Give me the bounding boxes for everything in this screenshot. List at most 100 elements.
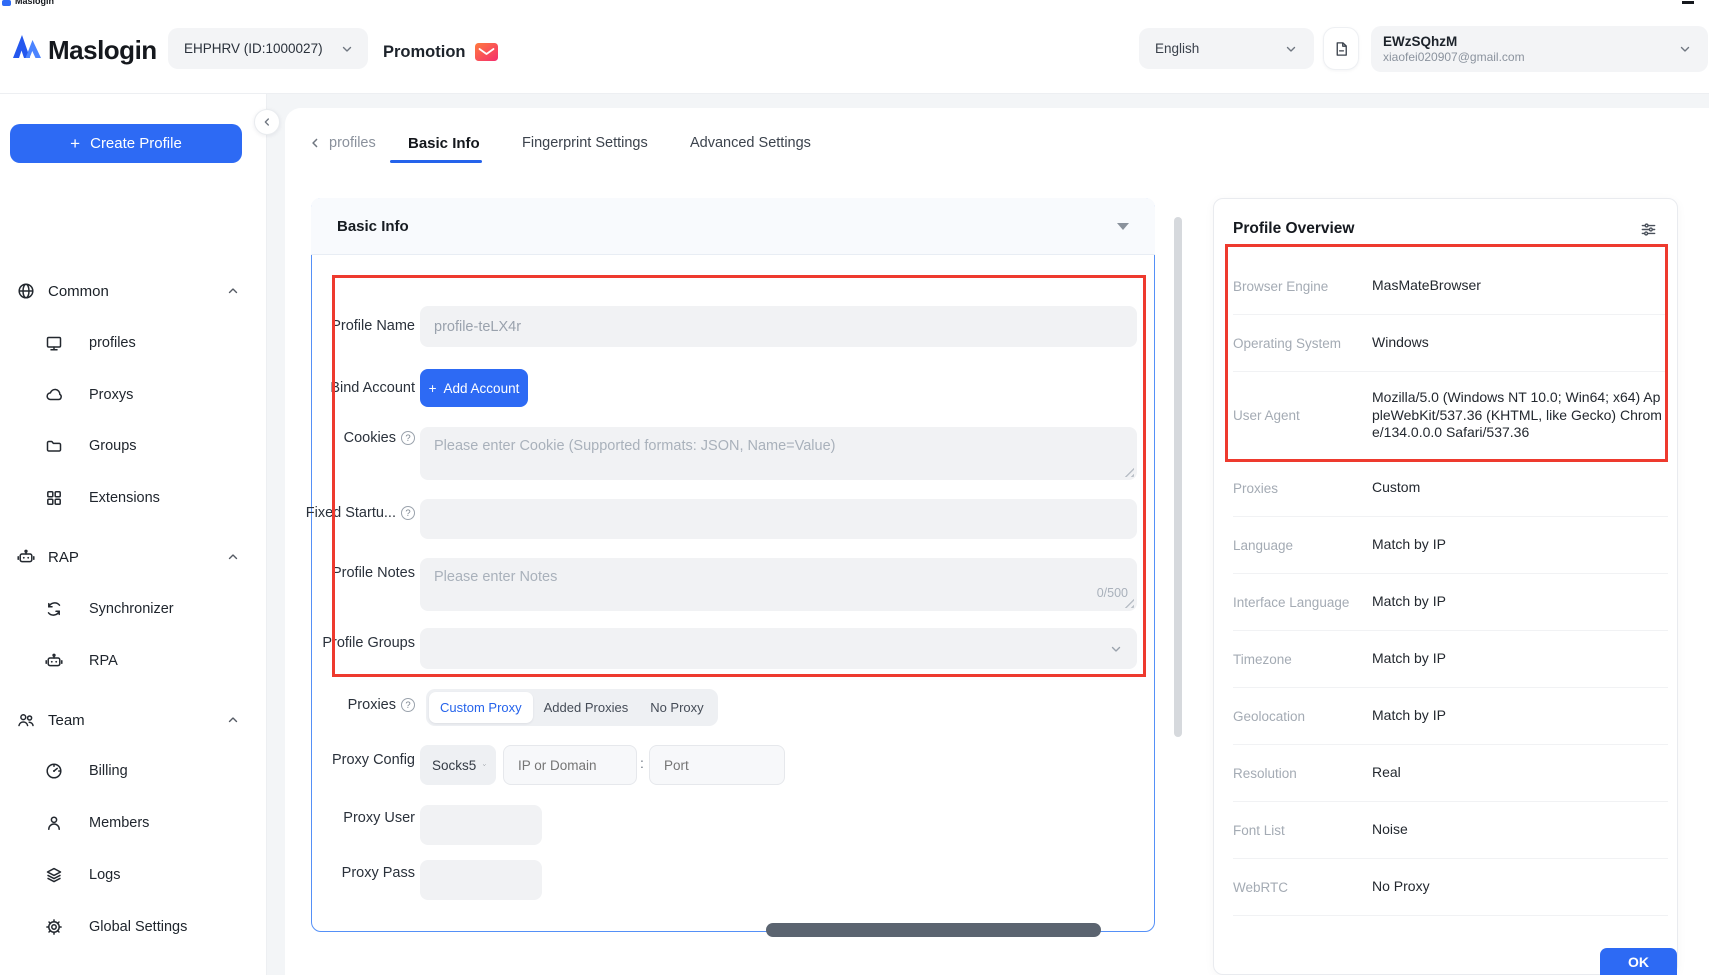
sidebar-item-groups[interactable]: Groups	[0, 431, 267, 461]
language-selector[interactable]: English	[1139, 28, 1314, 69]
chevron-down-icon	[340, 42, 354, 56]
proxies-label: Proxies?	[295, 695, 415, 715]
item-label: Members	[89, 815, 149, 831]
globe-icon	[17, 282, 35, 300]
proxy-config-label: Proxy Config	[295, 750, 415, 770]
sidebar-item-rpa[interactable]: RPA	[0, 646, 267, 676]
proxies-option-no-proxy[interactable]: No Proxy	[639, 692, 714, 723]
collapse-caret-icon	[1117, 223, 1129, 230]
overview-row-browser-engine: Browser EngineMasMateBrowser	[1233, 258, 1668, 315]
minimize-icon[interactable]	[1682, 1, 1694, 4]
item-label: profiles	[89, 335, 136, 351]
sidebar-item-synchronizer[interactable]: Synchronizer	[0, 594, 267, 624]
help-icon[interactable]: ?	[401, 431, 415, 445]
sidebar-item-members[interactable]: Members	[0, 808, 267, 838]
create-profile-button[interactable]: + Create Profile	[10, 124, 242, 163]
robot-icon	[45, 652, 63, 670]
chevron-down-icon	[1678, 42, 1692, 56]
main-scrollbar-thumb[interactable]	[1174, 217, 1182, 737]
sidebar-item-profiles[interactable]: profiles	[0, 328, 267, 358]
sidebar-section-common[interactable]: Common	[0, 276, 267, 306]
breadcrumb-back[interactable]: profiles	[308, 131, 376, 155]
chevron-left-icon	[308, 136, 322, 150]
item-label: Proxys	[89, 387, 133, 403]
help-icon[interactable]: ?	[401, 506, 415, 520]
profile-overview-rows: Browser EngineMasMateBrowser Operating S…	[1233, 246, 1668, 916]
proxy-user-label: Proxy User	[295, 808, 415, 828]
workspace-selector[interactable]: EHPHRV (ID:1000027)	[168, 28, 368, 69]
overview-row-operating-system: Operating SystemWindows	[1233, 315, 1668, 372]
tab-fingerprint-settings[interactable]: Fingerprint Settings	[522, 131, 648, 155]
basic-info-card-header[interactable]: Basic Info	[311, 198, 1155, 255]
profile-notes-label: Profile Notes	[295, 563, 415, 583]
chevron-down-icon	[1284, 42, 1298, 56]
fixed-startup-input[interactable]	[420, 499, 1137, 539]
sidebar-item-global-settings[interactable]: Global Settings	[0, 912, 267, 942]
chevron-up-icon	[226, 550, 240, 564]
sidebar-item-billing[interactable]: Billing	[0, 756, 267, 786]
user-account-menu[interactable]: EWzSQhzM xiaofei020907@gmail.com	[1371, 26, 1708, 72]
docs-button[interactable]	[1323, 27, 1359, 70]
proxy-pass-input[interactable]	[420, 860, 542, 900]
sidebar-item-extensions[interactable]: Extensions	[0, 483, 267, 513]
sidebar-item-proxys[interactable]: Proxys	[0, 380, 267, 410]
proxies-option-custom-proxy[interactable]: Custom Proxy	[429, 692, 533, 723]
proxy-user-input[interactable]	[420, 805, 542, 845]
sidebar-section-rap[interactable]: RAP	[0, 542, 267, 572]
notes-char-counter: 0/500	[1040, 586, 1128, 600]
promotion-link[interactable]: Promotion	[383, 41, 498, 63]
layers-icon	[45, 866, 63, 884]
proxy-port-input[interactable]	[649, 745, 785, 785]
envelope-icon	[475, 43, 498, 61]
profile-notes-textarea[interactable]	[420, 558, 1137, 611]
person-icon	[45, 814, 63, 832]
help-icon[interactable]: ?	[401, 698, 415, 712]
breadcrumb-label: profiles	[329, 135, 376, 151]
monitor-icon	[45, 334, 63, 352]
cookies-textarea[interactable]	[420, 427, 1137, 480]
sidebar-item-subscription-purchase[interactable]: Subscription Purchase	[0, 970, 267, 975]
proxy-protocol-select[interactable]: Socks5	[420, 745, 496, 785]
proxies-option-added-proxies[interactable]: Added Proxies	[533, 692, 640, 723]
plus-icon: +	[70, 134, 80, 154]
chevron-down-icon	[1109, 642, 1123, 656]
sidebar-item-logs[interactable]: Logs	[0, 860, 267, 890]
basic-info-title: Basic Info	[337, 218, 409, 235]
profile-name-label: Profile Name	[295, 316, 415, 336]
overview-settings-icon[interactable]	[1640, 221, 1657, 243]
tab-basic-info[interactable]: Basic Info	[408, 131, 480, 155]
active-tab-underline	[390, 160, 482, 163]
chevron-left-icon	[261, 116, 273, 128]
overview-row-resolution: ResolutionReal	[1233, 745, 1668, 802]
plus-icon: +	[429, 381, 437, 396]
window-title: Maslogin	[15, 0, 54, 6]
app-logo-fragment-icon	[2, 0, 11, 6]
user-email: xiaofei020907@gmail.com	[1383, 50, 1525, 64]
profile-groups-label: Profile Groups	[295, 633, 415, 653]
proxy-pass-label: Proxy Pass	[295, 863, 415, 883]
profile-name-input[interactable]	[420, 306, 1137, 347]
overview-row-font-list: Font ListNoise	[1233, 802, 1668, 859]
section-label: RAP	[48, 549, 79, 566]
brand-name: Maslogin	[48, 35, 157, 66]
item-label: Synchronizer	[89, 601, 174, 617]
tab-advanced-settings[interactable]: Advanced Settings	[690, 131, 811, 155]
chevron-down-icon	[482, 759, 487, 771]
app-window: Maslogin Maslogin EHPHRV (ID:1000027) Pr…	[0, 0, 1709, 975]
top-header: Maslogin EHPHRV (ID:1000027) Promotion E…	[0, 8, 1709, 94]
user-name: EWzSQhzM	[1383, 34, 1525, 50]
overview-row-timezone: TimezoneMatch by IP	[1233, 631, 1668, 688]
item-label: Global Settings	[89, 919, 187, 935]
overview-row-proxies: ProxiesCustom	[1233, 460, 1668, 517]
item-label: Logs	[89, 867, 120, 883]
add-account-button[interactable]: + Add Account	[420, 369, 528, 407]
ok-button[interactable]: OK	[1600, 948, 1677, 975]
gauge-icon	[45, 762, 63, 780]
cookies-label: Cookies?	[295, 428, 415, 448]
sidebar-collapse-button[interactable]	[254, 109, 280, 135]
sidebar-section-team[interactable]: Team	[0, 705, 267, 735]
profile-groups-select[interactable]	[420, 628, 1137, 669]
team-icon	[17, 711, 35, 729]
proxy-ip-input[interactable]	[503, 745, 637, 785]
section-label: Team	[48, 712, 85, 729]
